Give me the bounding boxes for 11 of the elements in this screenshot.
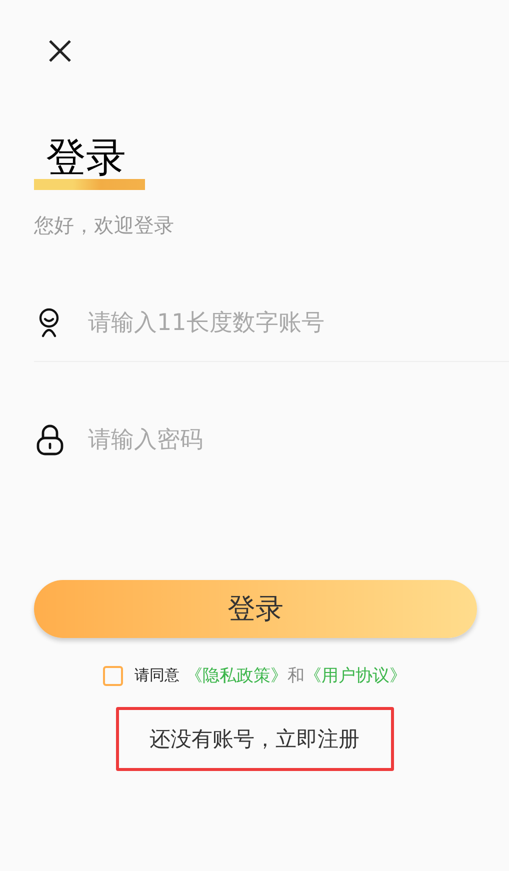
login-button[interactable]: 登录 [34,580,477,638]
welcome-text: 您好，欢迎登录 [34,212,175,239]
register-link[interactable]: 还没有账号，立即注册 [116,707,394,771]
joiner-text: 和 [288,665,304,687]
password-field[interactable]: 请输入密码 [88,427,488,453]
lock-icon [36,424,64,456]
page-title: 登录 [46,134,127,182]
agree-text: 请同意 [134,666,180,685]
close-icon[interactable] [47,38,73,64]
agree-checkbox[interactable] [102,666,122,686]
account-field[interactable]: 请输入11长度数字账号 [88,310,488,336]
